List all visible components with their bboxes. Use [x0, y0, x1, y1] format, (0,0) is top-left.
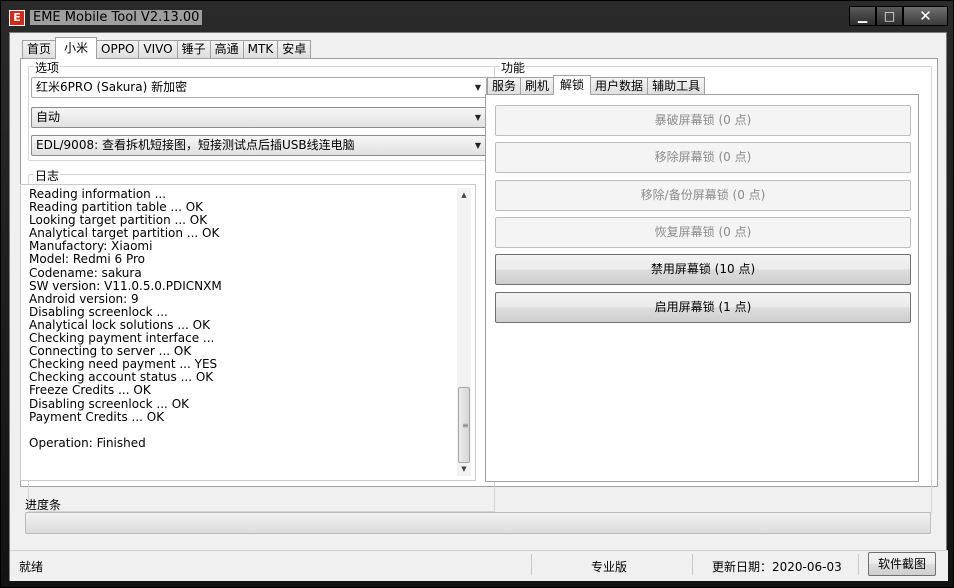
status-divider — [531, 554, 532, 575]
log-line: Android version: 9 — [29, 291, 139, 306]
mode-select[interactable]: 自动 ▼ — [31, 107, 487, 128]
app-window: E EME Mobile Tool V2.13.00 ▁ □ ✕ 首页 小米 O… — [0, 0, 954, 588]
tab-home[interactable]: 首页 — [22, 40, 57, 58]
scrollbar-thumb[interactable]: ≡ — [458, 387, 470, 463]
function-group-label: 功能 — [500, 59, 527, 76]
minimize-button[interactable]: ▁ — [849, 6, 876, 26]
app-logo-icon: E — [9, 10, 25, 26]
mode-select-value: 自动 — [36, 110, 61, 124]
log-line: Payment Credits ... OK — [29, 409, 165, 424]
status-divider — [858, 554, 859, 575]
maximize-button[interactable]: □ — [876, 6, 903, 26]
remove-backup-screenlock-button[interactable]: 移除/备份屏幕锁 (0 点) — [495, 180, 911, 211]
port-select[interactable]: EDL/9008: 查看拆机短接图，短接测试点后插USB线连电脑 ▼ — [31, 135, 487, 156]
log-line: Freeze Credits ... OK — [29, 383, 151, 398]
tab-oppo[interactable]: OPPO — [96, 40, 140, 58]
tab-flash[interactable]: 刷机 — [520, 77, 555, 95]
chevron-down-icon: ▼ — [474, 141, 481, 150]
tab-service[interactable]: 服务 — [487, 77, 522, 95]
port-select-value: EDL/9008: 查看拆机短接图，短接测试点后插USB线连电脑 — [36, 138, 355, 152]
status-state: 就绪 — [19, 560, 44, 574]
unlock-tab-panel: 暴破屏幕锁 (0 点) 移除屏幕锁 (0 点) 移除/备份屏幕锁 (0 点) 恢… — [485, 94, 919, 482]
scroll-down-icon[interactable]: ▼ — [457, 462, 471, 476]
tab-unlock[interactable]: 解锁 — [553, 75, 592, 95]
log-line: Operation: Finished — [29, 435, 146, 450]
title-bar[interactable]: E EME Mobile Tool V2.13.00 ▁ □ ✕ — [1, 1, 954, 32]
log-line: Codename: sakura — [29, 265, 142, 280]
enable-screenlock-button[interactable]: 启用屏幕锁 (1 点) — [495, 292, 911, 323]
screenshot-button[interactable]: 软件截图 — [868, 552, 936, 576]
log-textbox[interactable]: Reading information ... Reading partition… — [20, 184, 476, 481]
status-bar: 就绪 专业版 更新日期：2020-06-03 软件截图 — [10, 550, 948, 581]
log-line: SW version: V11.0.5.0.PDICNXM — [29, 278, 222, 293]
client-area: 首页 小米 OPPO VIVO 锤子 高通 MTK 安卓 选项 红米6PRO (… — [9, 32, 948, 581]
close-button[interactable]: ✕ — [903, 6, 948, 26]
tab-mtk[interactable]: MTK — [242, 40, 279, 58]
status-divider — [692, 554, 693, 575]
log-line: Disabling screenlock ... OK — [29, 396, 190, 411]
status-edition: 专业版 — [591, 560, 628, 574]
model-select[interactable]: 红米6PRO (Sakura) 新加密 ▼ — [31, 77, 487, 98]
tab-tools[interactable]: 辅助工具 — [647, 77, 706, 95]
model-select-value: 红米6PRO (Sakura) 新加密 — [36, 80, 188, 94]
options-group-label: 选项 — [34, 59, 61, 76]
remove-screenlock-button[interactable]: 移除屏幕锁 (0 点) — [495, 142, 911, 173]
log-line: Model: Redmi 6 Pro — [29, 252, 146, 267]
tab-xiaomi[interactable]: 小米 — [55, 37, 98, 59]
log-group-label: 日志 — [34, 167, 61, 184]
chevron-down-icon: ▼ — [474, 83, 481, 92]
tab-android[interactable]: 安卓 — [277, 40, 312, 58]
disable-screenlock-button[interactable]: 禁用屏幕锁 (10 点) — [495, 254, 911, 285]
tab-smartisan[interactable]: 锤子 — [176, 40, 211, 58]
main-tab-bar: 首页 小米 OPPO VIVO 锤子 高通 MTK 安卓 — [22, 37, 312, 59]
window-title: EME Mobile Tool V2.13.00 — [30, 10, 203, 25]
function-tab-bar: 服务 刷机 解锁 用户数据 辅助工具 — [487, 75, 706, 95]
progress-bar — [25, 512, 931, 534]
log-scrollbar[interactable]: ▲ ≡ ▼ — [457, 188, 471, 476]
log-line: Disabling screenlock ... — [29, 304, 168, 319]
grip-icon: ≡ — [462, 421, 469, 430]
chevron-down-icon: ▼ — [474, 113, 481, 122]
status-update-date: 更新日期：2020-06-03 — [712, 560, 842, 574]
scroll-up-icon[interactable]: ▲ — [457, 188, 471, 202]
restore-screenlock-button[interactable]: 恢复屏幕锁 (0 点) — [495, 217, 911, 248]
log-lines: Reading information ... Reading partition… — [29, 187, 449, 450]
brute-force-screenlock-button[interactable]: 暴破屏幕锁 (0 点) — [495, 105, 911, 136]
progress-label: 进度条 — [25, 498, 62, 512]
tab-qualcomm[interactable]: 高通 — [209, 40, 244, 58]
tab-user-data[interactable]: 用户数据 — [590, 77, 649, 95]
tab-vivo[interactable]: VIVO — [138, 40, 178, 58]
